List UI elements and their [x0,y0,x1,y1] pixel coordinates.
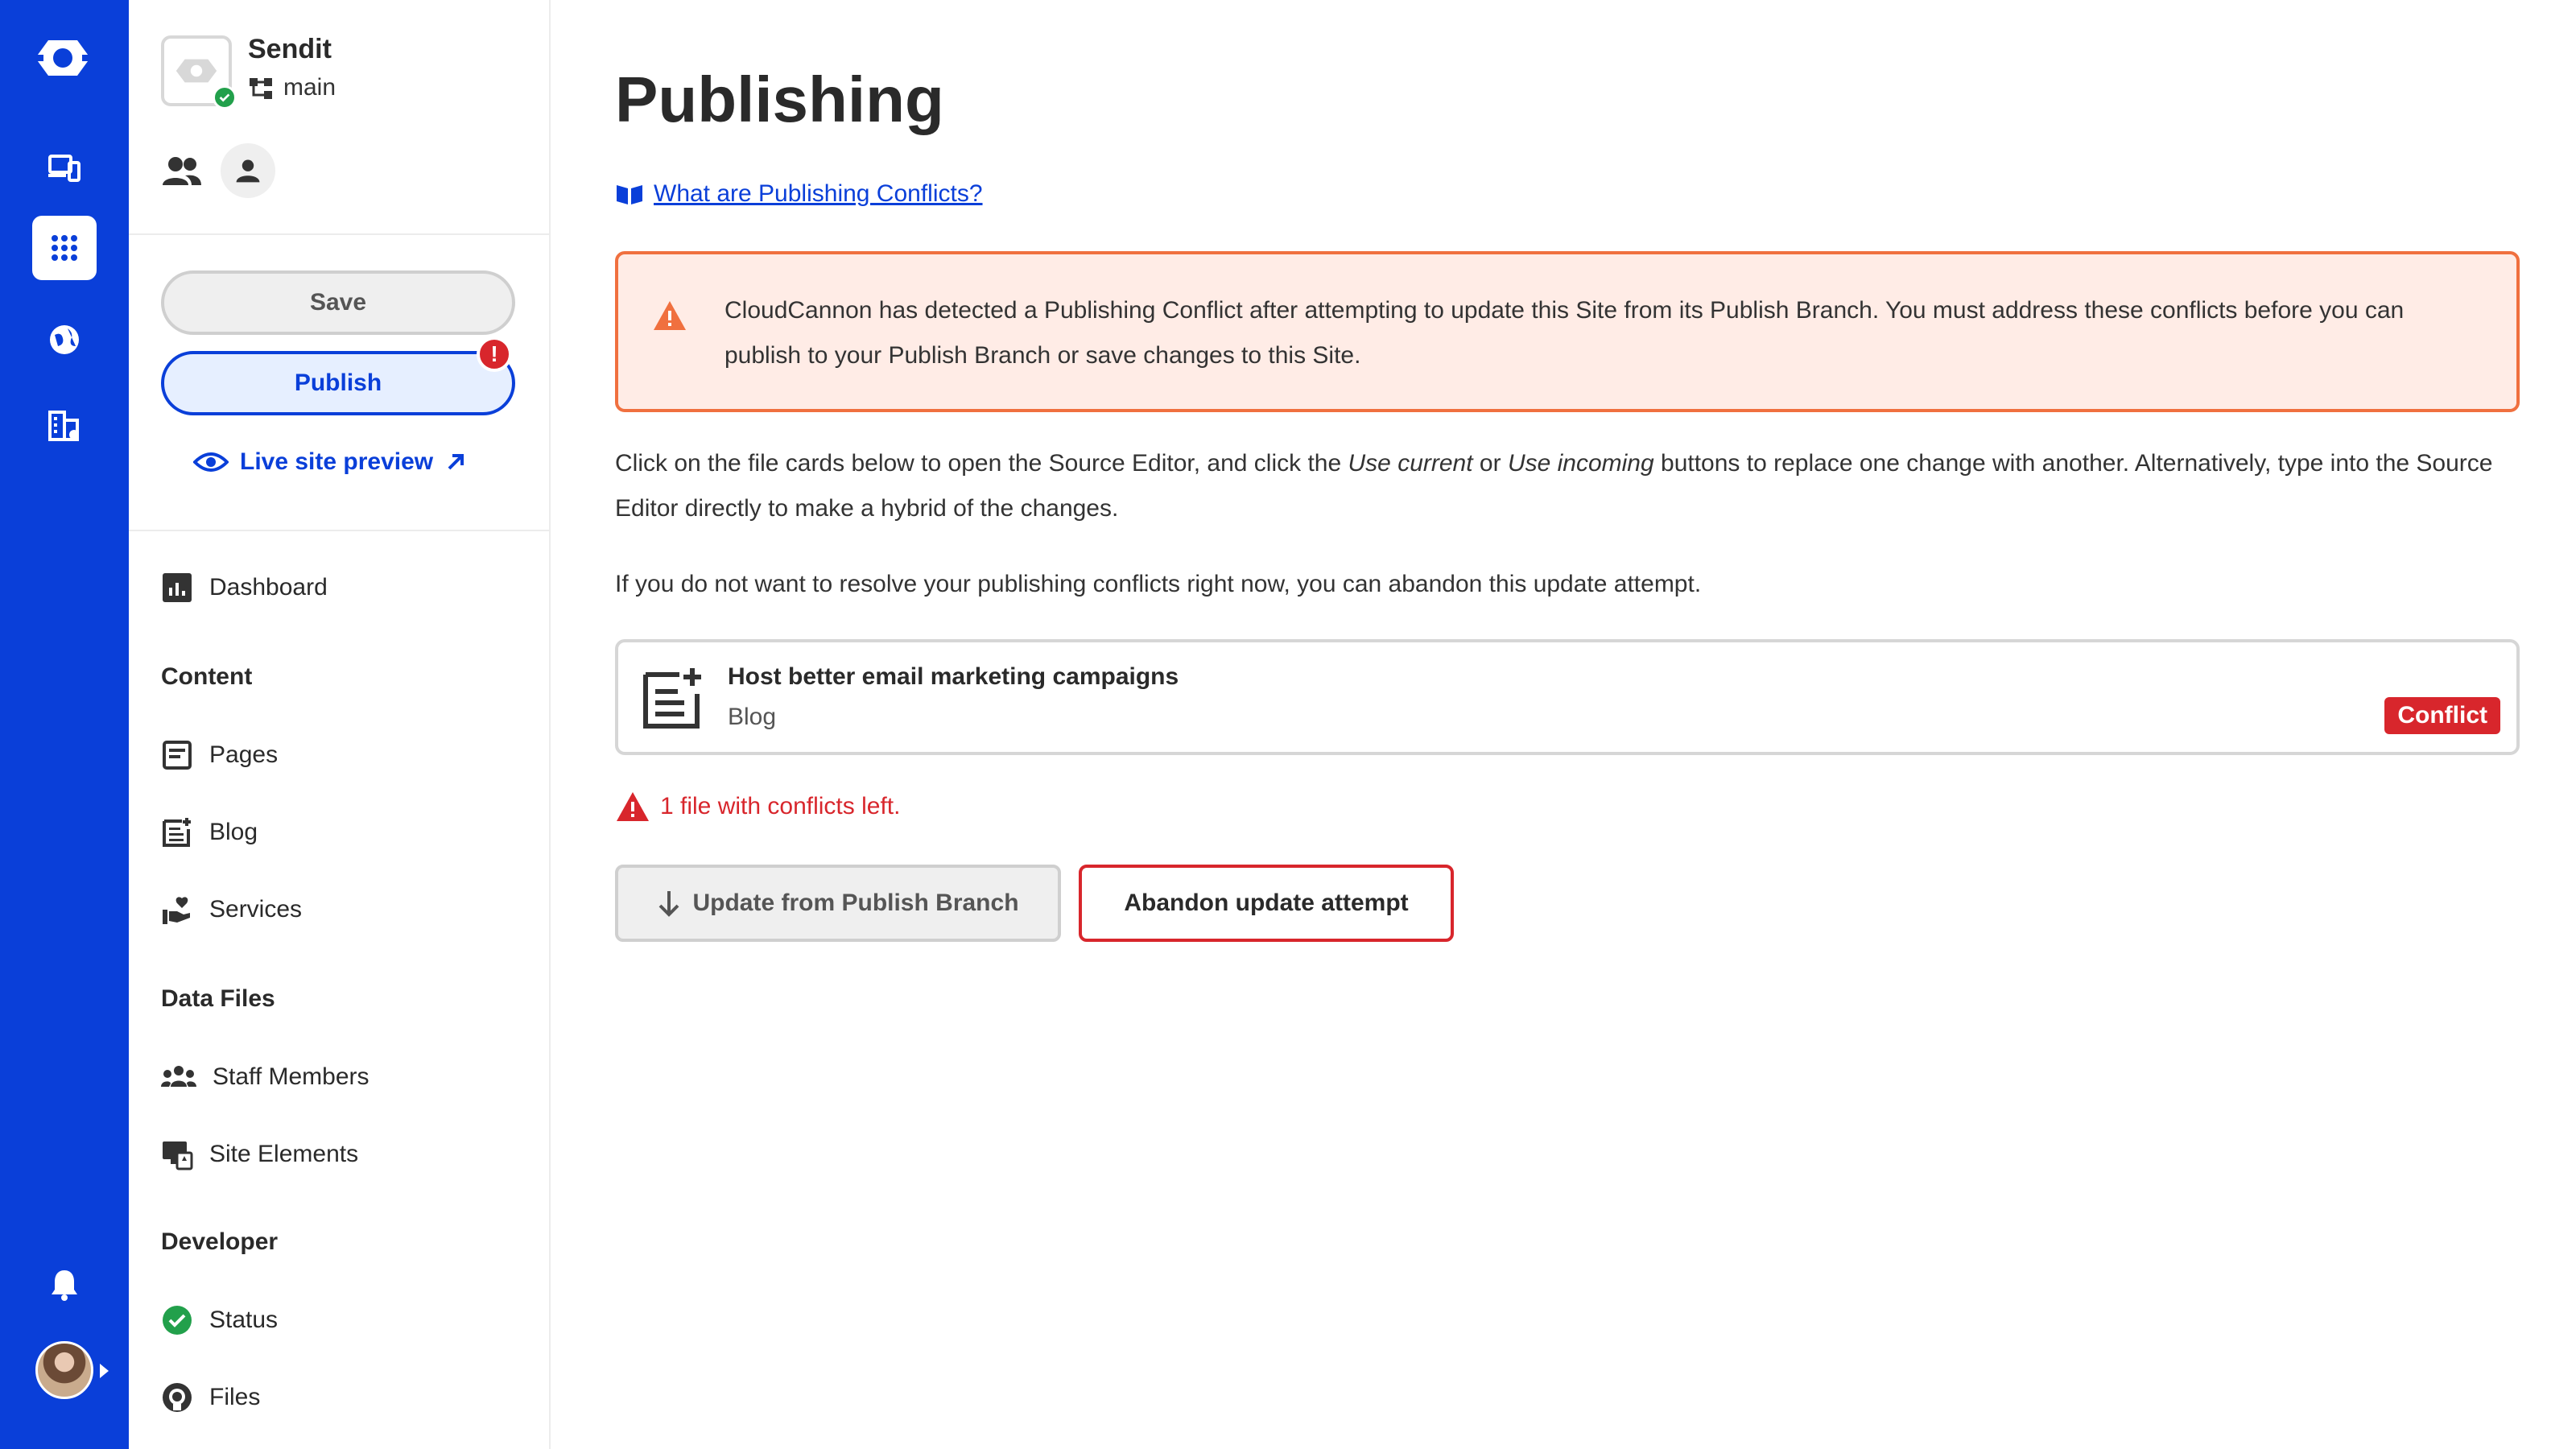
nav-status-label: Status [209,1307,279,1333]
divider [129,530,551,531]
warning-icon [654,301,686,330]
branch-icon [250,78,272,99]
staff-members-icon [161,1066,196,1087]
success-check-icon [213,85,237,109]
instructions-text-a: Click on the file cards below to open th… [615,450,1348,477]
main-content: Publishing What are Publishing Conflicts… [615,0,2531,1449]
nav-section-content: Content [161,663,253,690]
blog-icon [163,818,191,847]
use-incoming-term: Use incoming [1507,450,1654,477]
globe-icon[interactable] [32,308,97,372]
live-site-preview-label: Live site preview [240,448,434,475]
status-check-icon [163,1306,192,1335]
site-header: Sendit main [161,32,531,209]
eye-icon [193,452,229,472]
nav-section-developer: Developer [161,1228,279,1255]
devices-icon[interactable] [32,135,97,200]
alert-text: CloudCannon has detected a Publishing Co… [724,297,2405,369]
avatar[interactable] [35,1341,93,1399]
caret-right-icon[interactable] [100,1364,109,1378]
nav-pages[interactable]: Pages [161,733,278,778]
conflict-alert: CloudCannon has detected a Publishing Co… [615,251,2520,412]
branch-selector[interactable]: main [248,74,336,101]
dashboard-icon [163,573,192,602]
nav-files-label: Files [209,1384,261,1410]
help-link[interactable]: What are Publishing Conflicts? [615,180,983,208]
conflict-badge: Conflict [2384,697,2500,734]
conflicts-left-message: 1 file with conflicts left. [615,791,900,823]
publish-alert-badge: ! [477,336,512,372]
abandon-update-attempt-button[interactable]: Abandon update attempt [1079,865,1454,942]
github-icon [163,1383,192,1412]
apps-grid-icon[interactable] [32,216,97,280]
file-card-title: Host better email marketing campaigns [728,663,1179,690]
warning-icon [617,792,649,821]
book-icon [617,185,642,204]
nav-services[interactable]: Services [161,887,302,932]
organization-icon[interactable] [32,393,97,457]
branch-name: main [283,74,336,101]
site-elements-icon [163,1141,193,1170]
nav-dashboard[interactable]: Dashboard [161,565,328,610]
pages-icon [163,741,192,770]
instructions-text-or: or [1472,450,1508,477]
publish-button[interactable]: Publish [161,351,515,415]
nav-site-elements-label: Site Elements [209,1141,359,1167]
nav-files[interactable]: Files [161,1375,260,1420]
save-button[interactable]: Save [161,270,515,335]
users-icon[interactable] [161,153,203,192]
nav-pages-label: Pages [209,741,279,768]
page-title: Publishing [615,64,944,135]
nav-blog[interactable]: Blog [161,810,258,855]
app-rail [0,0,129,1449]
divider [129,233,551,235]
site-name[interactable]: Sendit [248,34,332,65]
user-icon[interactable] [221,143,275,198]
nav-site-elements[interactable]: Site Elements [161,1132,358,1177]
nav-services-label: Services [209,896,303,923]
nav-status[interactable]: Status [161,1298,278,1343]
services-icon [163,897,190,924]
update-from-publish-branch-button[interactable]: Update from Publish Branch [615,865,1061,942]
external-arrow-icon [448,454,464,470]
abandon-paragraph: If you do not want to resolve your publi… [615,571,1702,597]
nav-staff-members[interactable]: Staff Members [161,1055,369,1100]
instructions-paragraph: Click on the file cards below to open th… [615,441,2520,531]
use-current-term: Use current [1348,450,1473,477]
help-link-label: What are Publishing Conflicts? [654,180,983,207]
nav-staff-members-label: Staff Members [213,1063,369,1090]
arrow-down-icon [659,891,679,917]
file-card[interactable]: Host better email marketing campaigns Bl… [615,639,2520,755]
cloudcannon-logo-icon[interactable] [32,34,93,82]
nav-dashboard-label: Dashboard [209,574,328,601]
bell-icon[interactable] [32,1253,97,1317]
live-site-preview-link[interactable]: Live site preview [193,444,483,480]
blog-post-icon [643,668,701,729]
nav-blog-label: Blog [209,819,258,845]
conflicts-left-text: 1 file with conflicts left. [660,793,901,819]
sidebar: Sendit main Save Publish ! Live site pre… [129,0,551,1449]
update-button-label: Update from Publish Branch [692,890,1019,916]
file-card-collection: Blog [728,704,777,730]
nav-section-data-files: Data Files [161,985,275,1012]
site-thumbnail[interactable] [161,35,237,109]
